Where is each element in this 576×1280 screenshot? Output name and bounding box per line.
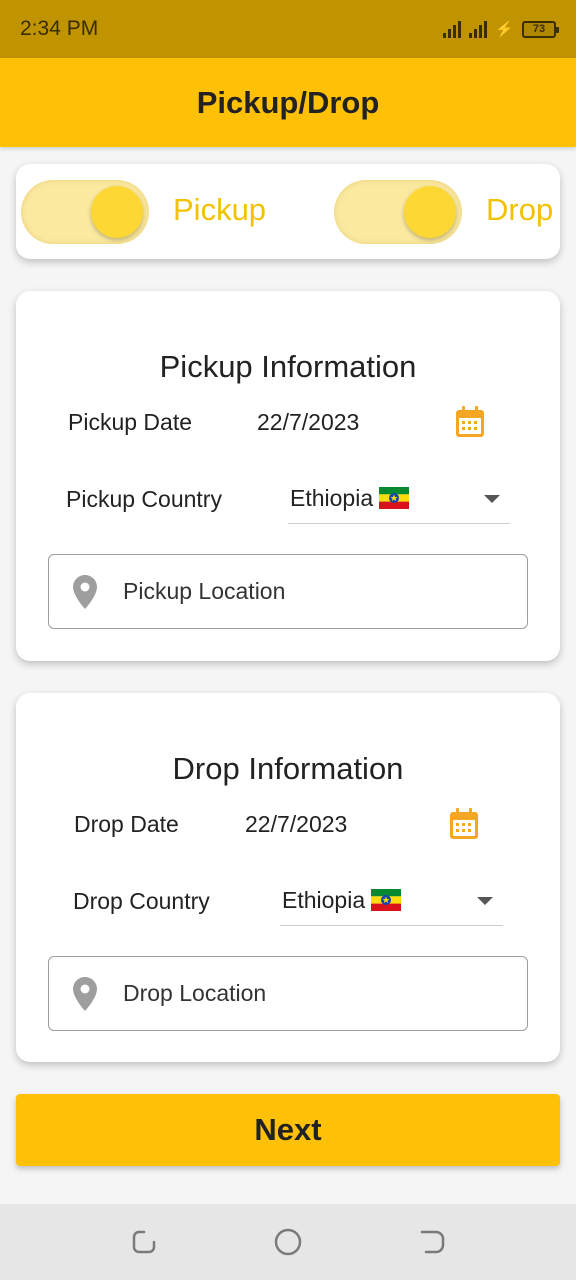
- drop-country-text: Ethiopia: [282, 887, 366, 913]
- home-icon[interactable]: [274, 1228, 302, 1256]
- status-icons: ⚡ 73: [443, 20, 559, 38]
- location-pin-icon: [73, 574, 97, 609]
- pickup-country-dropdown[interactable]: Ethiopia: [288, 474, 510, 524]
- pickup-toggle-label: Pickup: [173, 192, 267, 227]
- drop-toggle-label: Drop: [486, 192, 554, 227]
- pickup-info-card: Pickup Information Pickup Date 22/7/2023…: [16, 291, 560, 661]
- drop-info-title: Drop Information: [172, 751, 404, 786]
- pickup-country-text: Ethiopia: [290, 485, 374, 511]
- drop-date-label: Drop Date: [74, 811, 179, 837]
- toggle-knob: [91, 186, 143, 238]
- status-bar: 2:34 PM ⚡ 73: [0, 0, 576, 58]
- drop-country-value: Ethiopia: [280, 887, 402, 914]
- toggle-card: Pickup Drop: [16, 164, 560, 259]
- pickup-country-label: Pickup Country: [66, 486, 222, 512]
- pickup-country-value: Ethiopia: [288, 485, 410, 512]
- drop-location-placeholder: Drop Location: [123, 980, 267, 1006]
- battery-icon: 73: [522, 20, 559, 38]
- pickup-info-title: Pickup Information: [159, 349, 417, 384]
- app-bar: Pickup/Drop: [0, 58, 576, 147]
- ethiopia-flag-icon: [379, 487, 410, 509]
- drop-location-input[interactable]: Drop Location: [48, 956, 528, 1031]
- pickup-location-input[interactable]: Pickup Location: [48, 554, 528, 629]
- drop-toggle[interactable]: [334, 180, 462, 244]
- calendar-icon[interactable]: [455, 406, 485, 438]
- dropdown-arrow-icon: [477, 896, 493, 905]
- calendar-icon[interactable]: [449, 808, 479, 840]
- back-icon[interactable]: [418, 1228, 446, 1256]
- signal-icon: [443, 20, 462, 38]
- drop-info-card: Drop Information Drop Date 22/7/2023 Dro…: [16, 693, 560, 1062]
- signal-icon-2: [469, 20, 488, 38]
- pickup-date-value[interactable]: 22/7/2023: [257, 409, 359, 436]
- recent-apps-icon[interactable]: [130, 1228, 158, 1256]
- drop-date-value[interactable]: 22/7/2023: [245, 811, 347, 838]
- page-title: Pickup/Drop: [196, 84, 380, 120]
- charging-icon: ⚡: [495, 21, 514, 38]
- drop-country-label: Drop Country: [73, 888, 210, 914]
- dropdown-arrow-icon: [484, 494, 500, 503]
- system-nav-bar: [0, 1204, 576, 1280]
- pickup-date-label: Pickup Date: [68, 409, 193, 435]
- drop-country-dropdown[interactable]: Ethiopia: [280, 876, 503, 926]
- location-pin-icon: [73, 976, 97, 1011]
- toggle-knob: [404, 186, 456, 238]
- next-button[interactable]: Next: [16, 1094, 560, 1166]
- battery-level: 73: [532, 23, 546, 35]
- status-time: 2:34 PM: [20, 17, 99, 40]
- pickup-toggle[interactable]: [21, 180, 149, 244]
- pickup-location-placeholder: Pickup Location: [123, 578, 286, 604]
- ethiopia-flag-icon: [371, 889, 402, 911]
